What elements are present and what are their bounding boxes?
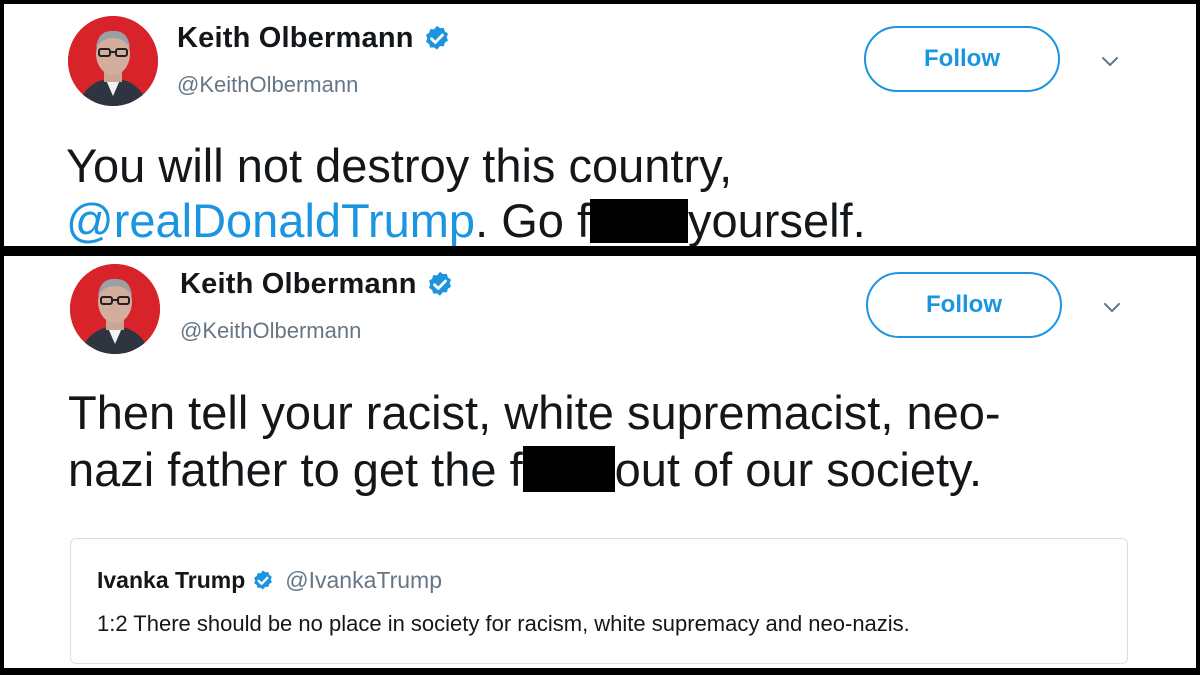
author-display-name[interactable]: Keith Olbermann <box>177 22 414 55</box>
verified-badge-icon <box>425 270 455 300</box>
quoted-author-name[interactable]: Ivanka Trump <box>97 567 245 594</box>
avatar[interactable] <box>70 264 160 354</box>
tweet-text-line-1: You will not destroy this country, <box>66 139 733 192</box>
author-handle[interactable]: @KeithOlbermann <box>180 318 361 344</box>
chevron-down-icon[interactable] <box>1098 50 1122 74</box>
tweet-card-2: Keith Olbermann @KeithOlbermann Follow T… <box>4 256 1196 668</box>
author-display-name[interactable]: Keith Olbermann <box>180 268 417 301</box>
redaction-box <box>590 199 689 243</box>
tweet-text-fragment: nazi father to get the f <box>68 443 523 496</box>
tweet-text-line-2: nazi father to get the f out of our socie… <box>68 441 1001 498</box>
tweet-text: Then tell your racist, white supremacist… <box>68 384 1001 498</box>
verified-badge-icon <box>251 569 275 593</box>
avatar[interactable] <box>68 16 158 106</box>
follow-button[interactable]: Follow <box>864 26 1060 92</box>
chevron-down-icon[interactable] <box>1100 296 1124 320</box>
author-name-row: Keith Olbermann <box>180 268 455 301</box>
tweet-text: You will not destroy this country, @real… <box>66 138 866 246</box>
tweet-text-line-2: @realDonaldTrump. Go f yourself. <box>66 193 866 246</box>
tweet-text-fragment: yourself. <box>688 194 866 246</box>
author-handle[interactable]: @KeithOlbermann <box>177 72 358 98</box>
quoted-tweet-text: 1:2 There should be no place in society … <box>97 611 910 636</box>
quoted-tweet-header: Ivanka Trump @IvankaTrump <box>97 567 442 594</box>
verified-badge-icon <box>422 24 452 54</box>
quoted-author-handle[interactable]: @IvankaTrump <box>285 567 442 594</box>
tweet-text-fragment: out of our society. <box>614 443 983 496</box>
author-name-row: Keith Olbermann <box>177 22 452 55</box>
tweet-text-line-1: Then tell your racist, white supremacist… <box>68 386 1001 439</box>
mention-link[interactable]: @realDonaldTrump <box>66 194 475 246</box>
tweet-text-fragment: . Go f <box>475 194 591 246</box>
quoted-tweet[interactable]: Ivanka Trump @IvankaTrump 1:2 There shou… <box>70 538 1128 664</box>
follow-button[interactable]: Follow <box>866 272 1062 338</box>
redaction-box <box>522 446 615 492</box>
tweet-card-1: Keith Olbermann @KeithOlbermann Follow Y… <box>4 4 1196 246</box>
